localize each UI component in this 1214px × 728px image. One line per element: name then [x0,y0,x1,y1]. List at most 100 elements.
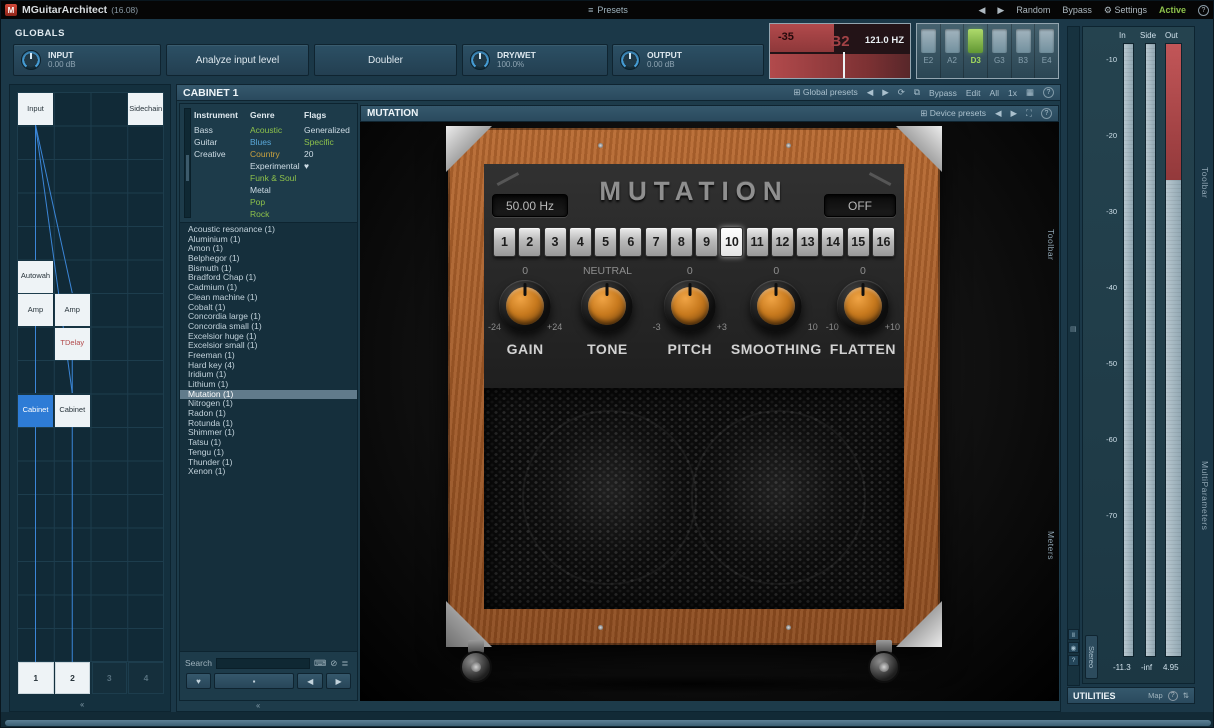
tuner-string-e2[interactable]: E2 [917,24,941,78]
instrument-bass[interactable]: Bass [194,124,246,136]
active-indicator[interactable]: Active [1159,5,1186,15]
input-knob[interactable] [21,50,41,70]
graph-tab-1[interactable]: 1 [18,662,54,694]
drywet-control[interactable]: DRY/WET100.0% [462,44,608,76]
oversampling-button[interactable]: 1x [1008,88,1017,98]
flag-generalized[interactable]: Generalized [304,124,354,136]
channel-button-15[interactable]: 15 [847,227,870,257]
tuner-strings[interactable]: E2A2D3G3B3E4 [916,23,1059,79]
filter-scrollbar[interactable] [184,108,191,218]
channel-button-7[interactable]: 7 [645,227,668,257]
genre-funk-soul[interactable]: Funk & Soul [250,172,302,184]
graph-node-sidechain[interactable]: Sidechain [128,93,163,125]
cabinet-edit-button[interactable]: Edit [966,88,981,98]
genre-country[interactable]: Country [250,148,302,160]
tab-toolbar-right[interactable]: Toolbar [1200,167,1210,198]
tuner-string-b3[interactable]: B3 [1012,24,1036,78]
genre-blues[interactable]: Blues [250,136,302,148]
utilities-help-icon[interactable]: ? [1168,691,1178,701]
knob-gain[interactable] [499,280,551,332]
horizontal-scrollbar[interactable] [5,720,1211,726]
instrument-creative[interactable]: Creative [194,148,246,160]
collapse-handle[interactable]: ‹‹ [80,700,83,709]
channel-button-8[interactable]: 8 [670,227,693,257]
doubler-button[interactable]: Doubler [314,44,457,76]
mode-display[interactable]: OFF [824,194,896,217]
next-preset-button2[interactable]: ▶ [326,673,351,689]
cabinet-all-button[interactable]: All [990,88,999,98]
search-input[interactable] [216,658,310,669]
stereo-mode-tab[interactable]: Stereo [1085,635,1098,679]
settings-button[interactable]: ⚙ Settings [1104,5,1147,16]
channel-button-1[interactable]: 1 [493,227,516,257]
tab-multiparameters[interactable]: MultiParameters [1200,461,1210,530]
graph-node-cabinet[interactable]: Cabinet [55,395,90,427]
target-icon[interactable]: ◉ [1068,642,1079,653]
flag-specific[interactable]: Specific [304,136,354,148]
channel-button-12[interactable]: 12 [771,227,794,257]
keyboard-icon[interactable]: ⌨ [314,658,326,669]
knob-flatten[interactable] [837,280,889,332]
channel-button-13[interactable]: 13 [796,227,819,257]
prev-device-preset-button[interactable]: ◀ [995,108,1002,119]
next-preset-button[interactable]: ▶ [997,5,1004,16]
map-button[interactable]: Map [1148,691,1163,700]
channel-button-11[interactable]: 11 [746,227,769,257]
meter-help-icon[interactable]: ? [1068,655,1079,666]
knob-pitch[interactable] [664,280,716,332]
flag-20[interactable]: 20 [304,148,354,160]
graph-node-amp[interactable]: Amp [18,294,53,326]
channel-button-6[interactable]: 6 [619,227,642,257]
graph-node-tdelay[interactable]: TDelay [55,328,90,360]
graph-tab-4[interactable]: 4 [128,662,164,694]
genre-pop[interactable]: Pop [250,196,302,208]
genre-experimental[interactable]: Experimental [250,160,302,172]
graph-tab-2[interactable]: 2 [55,662,91,694]
next-global-preset-button[interactable]: ▶ [882,87,889,98]
prev-global-preset-button[interactable]: ◀ [867,87,874,98]
output-gain-control[interactable]: OUTPUT0.00 dB [612,44,764,76]
presets-menu[interactable]: ≡ Presets [588,5,628,15]
cabinet-help-icon[interactable]: ? [1043,87,1054,98]
input-gain-control[interactable]: INPUT0.00 dB [13,44,161,76]
help-icon[interactable]: ? [1198,5,1209,16]
genre-acoustic[interactable]: Acoustic [250,124,302,136]
graph-tab-3[interactable]: 3 [92,662,128,694]
device-presets-button[interactable]: ⊞ Device presets [920,108,986,119]
tab-meters[interactable]: Meters [1046,531,1056,560]
prev-preset-button[interactable]: ◀ [978,5,985,16]
graph-area[interactable]: InputSidechainAutowahAmpAmpTDelayCabinet… [17,92,164,702]
random-button[interactable]: Random [1016,5,1050,15]
graph-node-input[interactable]: Input [18,93,53,125]
tuner-string-e4[interactable]: E4 [1035,24,1058,78]
global-presets-button[interactable]: ⊞ Global presets [793,87,857,98]
collapse-handle[interactable]: ‹‹ [256,701,259,710]
clear-search-icon[interactable]: ⊘ [330,658,337,669]
preset-item[interactable]: Xenon (1) [180,467,357,477]
frequency-display[interactable]: 50.00 Hz [492,194,568,217]
channel-button-2[interactable]: 2 [518,227,541,257]
graph-node-amp[interactable]: Amp [55,294,90,326]
next-device-preset-button[interactable]: ▶ [1011,108,1018,119]
previous-preset-button[interactable]: ◀ [297,673,323,689]
output-knob[interactable] [620,50,640,70]
pause-icon[interactable]: Ⅱ [1068,629,1079,640]
tuner-string-a2[interactable]: A2 [941,24,965,78]
knob-tone[interactable] [581,280,633,332]
channel-button-16[interactable]: 16 [872,227,895,257]
randomize-icon[interactable]: ⟳ [898,87,905,98]
tuner-string-d3[interactable]: D3 [964,24,988,78]
scrollbar-thumb[interactable] [186,155,189,181]
panel-icon[interactable]: ▦ [1026,87,1034,98]
preset-list[interactable]: Acoustic resonance (1)Aluminium (1)Amon … [180,222,357,652]
channel-button-14[interactable]: 14 [821,227,844,257]
analyze-input-level-button[interactable]: Analyze input level [166,44,309,76]
knob-smoothing[interactable] [750,280,802,332]
channel-button-3[interactable]: 3 [544,227,567,257]
instrument-guitar[interactable]: Guitar [194,136,246,148]
load-preset-button[interactable]: ▪ [214,673,294,689]
device-help-icon[interactable]: ? [1041,108,1052,119]
flag--[interactable]: ♥ [304,160,354,172]
tuner-string-g3[interactable]: G3 [988,24,1012,78]
bypass-button[interactable]: Bypass [1062,5,1092,15]
